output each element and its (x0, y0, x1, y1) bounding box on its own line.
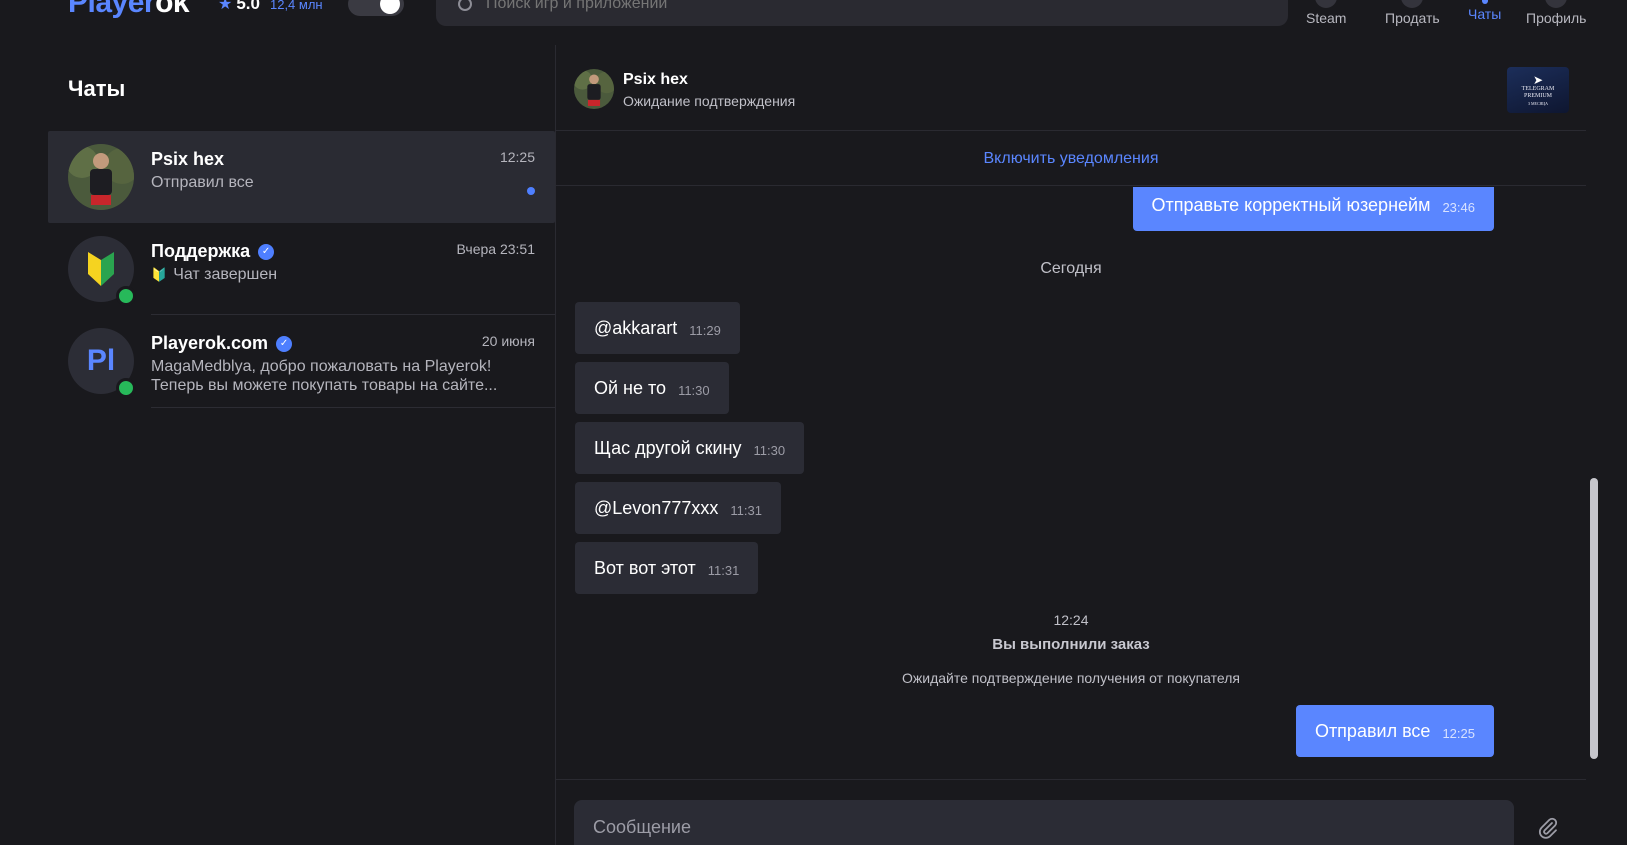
playerok-avatar-logo: Pl (86, 344, 116, 377)
search-input[interactable] (486, 0, 1186, 13)
order-status: Ожидание подтверждения (623, 93, 796, 109)
site-rating: ★ 5.0 12,4 млн (218, 0, 323, 14)
message-text: @akkarart (594, 317, 678, 338)
system-message-title: Вы выполнили заказ (992, 636, 1150, 653)
message-text: Отправьте корректный юзернейм (1151, 194, 1431, 215)
chats-icon (1481, 0, 1488, 4)
message-bubble-incoming: @Levon777xxx 11:31 (575, 482, 781, 534)
chat-preview-line: Теперь вы можете покупать товары на сайт… (151, 377, 498, 394)
top-bar: Playerok ★ 5.0 12,4 млн Steam Продать Ча… (0, 0, 1627, 45)
sidebar-title: Чаты (68, 76, 126, 101)
chat-preview: Отправил все (151, 174, 254, 191)
chat-preview-line: MagaMedblya, добро пожаловать на Playero… (151, 358, 492, 375)
chat-name: Playerok.com ✓ (151, 333, 293, 354)
chat-preview-text: Чат завершен (173, 266, 278, 283)
chat-name-text: Поддержка (151, 241, 251, 261)
chat-name: Поддержка ✓ (151, 241, 275, 262)
chat-time: Вчера 23:51 (456, 241, 535, 257)
chat-item-support[interactable]: Поддержка ✓ Вчера 23:51 🔰 Чат завершен (48, 223, 555, 315)
sell-icon (1401, 0, 1424, 8)
verified-badge-icon: ✓ (258, 243, 275, 260)
message-bubble-incoming: Щас другой скину 11:30 (575, 422, 805, 474)
message-input[interactable] (593, 816, 1473, 838)
message-time: 11:30 (678, 383, 710, 398)
message-bubble-outgoing: Отправьте корректный юзернейм 23:46 (1132, 187, 1494, 231)
logo-main: Player (68, 0, 156, 19)
system-message-time: 12:24 (1053, 612, 1089, 628)
chat-preview: 🔰 Чат завершен (151, 265, 531, 284)
chat-partner-name[interactable]: Psix hex (623, 71, 688, 89)
chat-time: 12:25 (499, 149, 535, 165)
unread-indicator (527, 187, 535, 195)
message-time: 11:30 (753, 443, 786, 458)
nav-profile-label: Профиль (1526, 10, 1587, 26)
message-bubble-incoming: Ой не то 11:30 (575, 362, 729, 414)
online-indicator (116, 286, 136, 306)
toggle-knob (380, 0, 400, 14)
nav-chats[interactable]: Чаты (1468, 0, 1501, 22)
enable-notifications-link[interactable]: Включить уведомления (984, 150, 1159, 168)
message-text: Щас другой скину (594, 437, 742, 458)
user-photo-avatar (68, 144, 134, 210)
chat-item-psix-hex[interactable]: Psix hex 12:25 Отправил все (48, 131, 555, 223)
rating-count: 12,4 млн (269, 0, 323, 12)
steam-icon (1315, 0, 1338, 8)
message-text: Ой не то (594, 377, 667, 398)
paperclip-icon[interactable] (1536, 816, 1560, 840)
chat-partner-avatar[interactable] (574, 69, 614, 109)
system-message-text: Ожидайте подтверждение получения от поку… (902, 670, 1240, 686)
chat-time: 20 июня (481, 333, 535, 349)
chat-name-text: Playerok.com (151, 333, 269, 353)
nav-chats-label: Чаты (1468, 6, 1502, 22)
telegram-plane-icon: ➤ (1532, 72, 1544, 87)
profile-icon (1545, 0, 1568, 8)
chat-preview: MagaMedblya, добро пожаловать на Playero… (151, 357, 531, 395)
nav-profile[interactable]: Профиль (1526, 0, 1586, 26)
nav-steam-label: Steam (1306, 10, 1347, 26)
message-time: 11:31 (730, 503, 762, 518)
message-bubble-incoming: @akkarart 11:29 (575, 302, 740, 354)
beginner-emoji-icon: 🔰 (151, 267, 168, 282)
nav-sell-label: Продать (1385, 10, 1440, 26)
message-text: Вот вот этот (594, 557, 696, 578)
chat-name-text: Psix hex (151, 149, 225, 169)
user-photo-avatar (574, 69, 614, 109)
star-icon: ★ (218, 0, 233, 13)
composer-divider (556, 779, 1586, 780)
chat-name: Psix hex (151, 149, 224, 170)
product-thumbnail[interactable]: ➤ TELEGRAM PREMIUM 3 МЕСЯЦА (1507, 67, 1569, 113)
avatar (68, 144, 134, 210)
message-time: 11:31 (707, 563, 740, 578)
online-indicator (116, 378, 136, 398)
message-time: 12:25 (1442, 726, 1475, 741)
notification-bar: Включить уведомления (556, 132, 1586, 186)
message-text: @Levon777xxx (594, 497, 719, 518)
nav-steam[interactable]: Steam (1306, 0, 1346, 26)
product-label-line: PREMIUM (1523, 92, 1552, 99)
messages-scrollbar[interactable] (1590, 478, 1598, 759)
chat-divider (151, 407, 555, 408)
message-time: 11:29 (689, 323, 721, 338)
search-icon (458, 0, 472, 11)
message-list[interactable]: Отправьте корректный юзернейм 23:46 Сегод… (556, 187, 1586, 779)
product-label-line: TELEGRAM (1521, 85, 1555, 92)
date-separator: Сегодня (1040, 260, 1102, 277)
message-bubble-incoming: Вот вот этот 11:31 (575, 542, 759, 594)
beginner-badge-icon (88, 252, 114, 286)
message-time: 23:46 (1442, 200, 1475, 215)
theme-toggle[interactable] (348, 0, 404, 16)
chat-list-sidebar: Чаты Psix hex 12:25 Отправил все Поддерж… (48, 45, 555, 845)
nav-sell[interactable]: Продать (1385, 0, 1440, 26)
message-composer[interactable] (574, 800, 1514, 845)
product-label-line: 3 МЕСЯЦА (1527, 100, 1549, 106)
playerok-logo[interactable]: Playerok (68, 0, 190, 20)
message-bubble-outgoing: Отправил все 12:25 (1295, 705, 1494, 757)
verified-badge-icon: ✓ (276, 335, 293, 352)
search-bar[interactable] (436, 0, 1288, 26)
message-text: Отправил все (1314, 720, 1431, 741)
chat-header: Psix hex Ожидание подтверждения ➤ TELEGR… (556, 45, 1586, 131)
logo-accent: ok (155, 0, 190, 19)
chat-item-playerok[interactable]: Pl Playerok.com ✓ 20 июня MagaMedblya, до… (48, 315, 555, 407)
rating-score: 5.0 (236, 0, 260, 13)
